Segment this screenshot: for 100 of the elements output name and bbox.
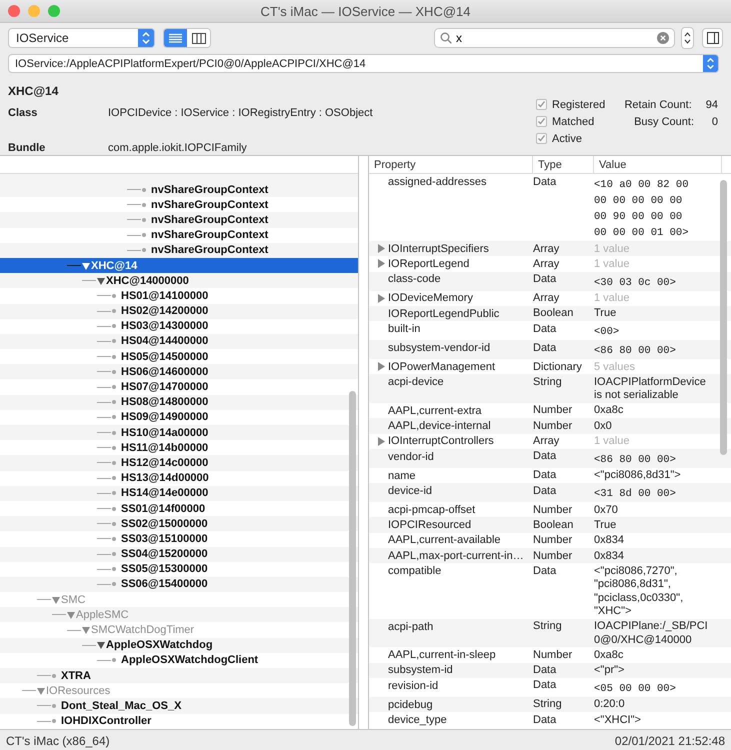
property-type: Number <box>533 648 572 661</box>
disclosure-triangle-icon[interactable] <box>51 594 61 605</box>
property-type: String <box>533 620 562 632</box>
property-name: AAPL,device-internal <box>388 420 491 432</box>
stepper-icon[interactable] <box>681 27 694 49</box>
tree-row[interactable]: nvShareGroupContext <box>0 212 358 228</box>
tree-row[interactable]: XTRA <box>0 668 358 684</box>
property-name: assigned-addresses <box>388 176 486 188</box>
property-value: True <box>594 306 618 321</box>
property-type: Number <box>533 534 572 546</box>
column-header[interactable]: Value <box>594 156 722 173</box>
property-value: <86 80 00 00> <box>594 452 677 468</box>
tree-row[interactable]: HS07@14700000 <box>0 379 358 395</box>
field-value: com.apple.iokit.IOPCIFamily <box>108 142 247 154</box>
property-type: Number <box>533 420 572 432</box>
property-value: 0x834 <box>594 548 625 564</box>
tree-row[interactable]: SS06@15400000 <box>0 576 358 592</box>
tree-row[interactable]: IOHDIXController <box>0 714 358 729</box>
clear-search-icon[interactable] <box>657 32 669 44</box>
tree-row[interactable]: SS02@15000000 <box>0 516 358 532</box>
list-icon <box>169 32 182 44</box>
inspector-toggle-button[interactable] <box>702 28 723 48</box>
columns-icon <box>192 32 206 44</box>
tree-row[interactable]: HS02@14200000 <box>0 304 358 319</box>
property-value: IOACPIPlane:/_SB/PCI0@0/XHC@140000 <box>594 619 709 648</box>
disclosure-triangle-icon[interactable] <box>377 362 386 372</box>
disclosure-triangle-icon[interactable] <box>81 625 91 636</box>
column-header[interactable]: Property <box>369 156 533 173</box>
tree-row[interactable]: SS05@15300000 <box>0 562 358 577</box>
tree-row[interactable]: HS14@14e00000 <box>0 486 358 501</box>
checkbox[interactable] <box>536 99 547 110</box>
plane-popup[interactable]: IOService <box>8 28 155 48</box>
tree-row[interactable]: XHC@14000000 <box>0 273 358 288</box>
checkbox-label: Matched <box>552 116 594 128</box>
tree-row[interactable]: HS11@14b00000 <box>0 440 358 456</box>
property-value: 1 value <box>594 256 630 272</box>
tree-row[interactable]: HS06@14600000 <box>0 364 358 380</box>
tree-row[interactable]: nvShareGroupContext <box>0 182 358 198</box>
disclosure-triangle-icon[interactable] <box>96 640 106 650</box>
property-value: <86 80 00 00> <box>594 344 677 360</box>
tree-row[interactable]: SS04@15200000 <box>0 546 358 562</box>
disclosure-triangle-icon[interactable] <box>66 610 76 620</box>
close-button[interactable] <box>8 5 20 17</box>
list-view-button[interactable] <box>164 29 187 47</box>
tree-row[interactable]: nvShareGroupContext <box>0 242 358 258</box>
property-name: acpi-pmcap-offset <box>388 504 476 516</box>
tree-row[interactable]: HS09@14900000 <box>0 410 358 425</box>
tree-row[interactable]: HS01@14100000 <box>0 288 358 304</box>
property-name: pcidebug <box>388 698 433 711</box>
property-type: Data <box>533 564 556 577</box>
tree-row[interactable]: AppleOSXWatchdogClient <box>0 652 358 668</box>
property-type: Data <box>533 322 556 335</box>
scrollbar-thumb[interactable] <box>349 391 356 726</box>
disclosure-triangle-icon[interactable] <box>96 276 106 286</box>
tree-row[interactable]: nvShareGroupContext <box>0 228 358 243</box>
tree-row[interactable]: HS03@14300000 <box>0 318 358 334</box>
property-value: 0x70 <box>594 502 619 518</box>
path-combobox[interactable]: IOService:/AppleACPIPlatformExpert/PCI0@0/AppleACPIPCI/XHC@14 <box>8 54 719 73</box>
tree-row[interactable]: SS01@14f00000 <box>0 500 358 516</box>
property-value: <"pr"> <box>594 663 626 678</box>
tree-row[interactable]: nvShareGroupContext <box>0 197 358 212</box>
disclosure-triangle-icon[interactable] <box>36 686 46 696</box>
disclosure-triangle-icon[interactable] <box>377 294 386 303</box>
column-header[interactable]: Type <box>533 156 594 173</box>
tree-row[interactable]: HS08@14800000 <box>0 394 358 410</box>
checkbox[interactable] <box>536 116 547 127</box>
property-name: AAPL,max-port-current-in… <box>388 550 524 562</box>
tree-row[interactable]: AppleOSXWatchdog <box>0 638 358 653</box>
disclosure-triangle-icon[interactable] <box>81 260 91 271</box>
disclosure-triangle-icon[interactable] <box>377 244 386 254</box>
property-type: Data <box>533 176 556 188</box>
property-value: <00> <box>594 325 620 340</box>
property-value: 0x834 <box>594 533 625 548</box>
property-name: device_type <box>388 714 447 726</box>
tree-row[interactable]: Dont_Steal_Mac_OS_X <box>0 698 358 714</box>
property-name: revision-id <box>388 680 438 692</box>
property-type: Data <box>533 342 556 354</box>
property-type: Dictionary <box>533 360 582 373</box>
property-name: device-id <box>388 484 432 497</box>
scrollbar-thumb[interactable] <box>720 180 727 455</box>
tree-row[interactable]: HS10@14a00000 <box>0 425 358 440</box>
property-type: Number <box>533 404 572 416</box>
checkbox[interactable] <box>536 133 547 144</box>
zoom-button[interactable] <box>48 5 60 17</box>
search-field[interactable]: x <box>434 28 675 48</box>
tree-row[interactable]: HS04@14400000 <box>0 334 358 350</box>
property-value: 0xa8c <box>594 403 624 418</box>
search-icon <box>440 32 452 44</box>
disclosure-triangle-icon[interactable] <box>377 259 386 268</box>
tree-row[interactable]: XHC@14 <box>0 258 358 274</box>
property-type: Data <box>533 484 556 497</box>
tree-row[interactable]: HS13@14d00000 <box>0 470 358 486</box>
property-value: 1 value <box>594 242 630 256</box>
tree-row[interactable]: HS12@14c00000 <box>0 455 358 471</box>
tree-row[interactable]: HS05@14500000 <box>0 349 358 364</box>
property-type: Number <box>533 504 572 516</box>
property-type: Data <box>533 679 556 692</box>
disclosure-triangle-icon[interactable] <box>377 436 386 446</box>
tree-row[interactable]: SS03@15100000 <box>0 531 358 546</box>
property-type: Boolean <box>533 518 574 531</box>
